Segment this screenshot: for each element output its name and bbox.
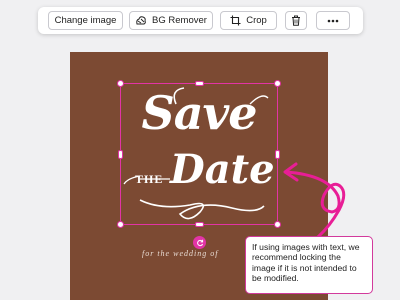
resize-handle-bottom-right[interactable] [274, 221, 281, 228]
more-button[interactable] [316, 11, 350, 30]
rotate-handle[interactable] [193, 236, 206, 249]
crop-label: Crop [246, 15, 267, 26]
tooltip-callout: If using images with text, we recommend … [245, 236, 373, 294]
resize-handle-bottom-left[interactable] [117, 221, 124, 228]
resize-handle-right[interactable] [275, 150, 280, 159]
bg-remover-button[interactable]: BG Remover [129, 11, 213, 30]
crop-icon [230, 15, 241, 26]
crop-button[interactable]: Crop [220, 11, 277, 30]
selection-box [120, 83, 278, 225]
trash-icon [291, 15, 301, 26]
bg-remover-icon [135, 15, 147, 26]
resize-handle-top-left[interactable] [117, 80, 124, 87]
image-toolbar: Change image BG Remover Crop [38, 7, 363, 34]
rotate-icon [196, 234, 204, 252]
more-icon [327, 19, 339, 23]
resize-handle-top-right[interactable] [274, 80, 281, 87]
resize-handle-bottom[interactable] [195, 222, 204, 227]
change-image-label: Change image [54, 15, 117, 26]
bg-remover-label: BG Remover [152, 15, 207, 26]
delete-button[interactable] [285, 11, 307, 30]
tooltip-text: If using images with text, we recommend … [252, 242, 360, 284]
resize-handle-left[interactable] [118, 150, 123, 159]
resize-handle-top[interactable] [195, 81, 204, 86]
change-image-button[interactable]: Change image [48, 11, 123, 30]
